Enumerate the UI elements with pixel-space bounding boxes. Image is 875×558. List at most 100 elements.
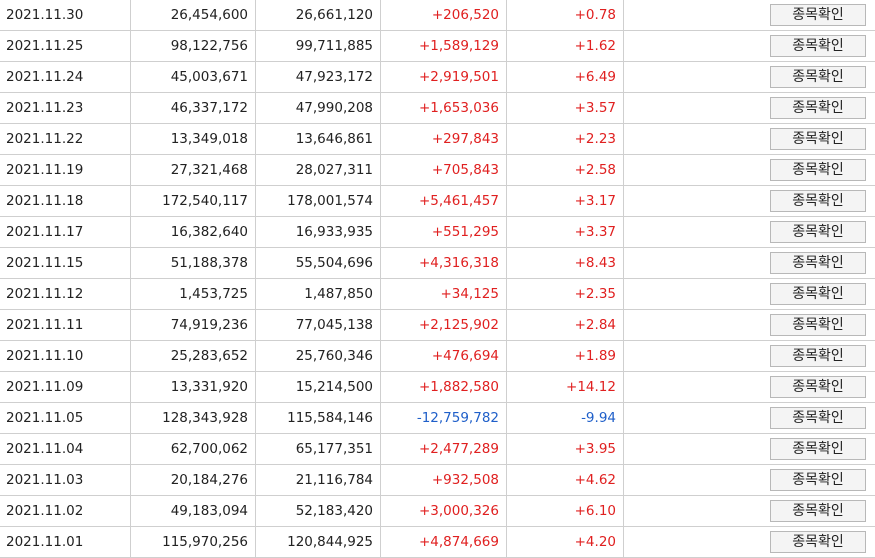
value-after-cell: 178,001,574 <box>256 186 381 217</box>
check-stocks-button[interactable]: 종목확인 <box>770 97 866 119</box>
change-percent-cell: +2.23 <box>507 124 624 155</box>
change-cell: -12,759,782 <box>381 403 507 434</box>
check-stocks-button[interactable]: 종목확인 <box>770 407 866 429</box>
change-cell: +4,874,669 <box>381 527 507 558</box>
check-stocks-button[interactable]: 종목확인 <box>770 438 866 460</box>
check-stocks-button[interactable]: 종목확인 <box>770 35 866 57</box>
value-before-cell: 13,349,018 <box>131 124 256 155</box>
value-after-cell: 1,487,850 <box>256 279 381 310</box>
date-cell: 2021.11.10 <box>0 341 131 372</box>
value-before-cell: 115,970,256 <box>131 527 256 558</box>
check-stocks-button[interactable]: 종목확인 <box>770 190 866 212</box>
change-percent-cell: +3.37 <box>507 217 624 248</box>
value-before-cell: 49,183,094 <box>131 496 256 527</box>
history-table-body: 2021.11.3026,454,60026,661,120+206,520+0… <box>0 0 875 558</box>
change-percent-cell: +2.58 <box>507 155 624 186</box>
check-stocks-button[interactable]: 종목확인 <box>770 500 866 522</box>
action-cell: 종목확인 <box>624 310 875 341</box>
table-row: 2021.11.18172,540,117178,001,574+5,461,4… <box>0 186 875 217</box>
value-after-cell: 47,923,172 <box>256 62 381 93</box>
check-stocks-button[interactable]: 종목확인 <box>770 345 866 367</box>
date-cell: 2021.11.11 <box>0 310 131 341</box>
value-before-cell: 62,700,062 <box>131 434 256 465</box>
change-cell: +3,000,326 <box>381 496 507 527</box>
change-percent-cell: +1.62 <box>507 31 624 62</box>
value-before-cell: 27,321,468 <box>131 155 256 186</box>
value-after-cell: 99,711,885 <box>256 31 381 62</box>
value-before-cell: 74,919,236 <box>131 310 256 341</box>
action-cell: 종목확인 <box>624 465 875 496</box>
check-stocks-button[interactable]: 종목확인 <box>770 66 866 88</box>
check-stocks-button[interactable]: 종목확인 <box>770 221 866 243</box>
date-cell: 2021.11.19 <box>0 155 131 186</box>
change-percent-cell: +0.78 <box>507 0 624 31</box>
value-after-cell: 25,760,346 <box>256 341 381 372</box>
change-cell: +1,653,036 <box>381 93 507 124</box>
action-cell: 종목확인 <box>624 248 875 279</box>
action-cell: 종목확인 <box>624 31 875 62</box>
change-percent-cell: +2.84 <box>507 310 624 341</box>
action-cell: 종목확인 <box>624 155 875 186</box>
check-stocks-button[interactable]: 종목확인 <box>770 469 866 491</box>
action-cell: 종목확인 <box>624 0 875 31</box>
value-after-cell: 15,214,500 <box>256 372 381 403</box>
date-cell: 2021.11.02 <box>0 496 131 527</box>
value-after-cell: 77,045,138 <box>256 310 381 341</box>
change-cell: +932,508 <box>381 465 507 496</box>
table-row: 2021.11.05128,343,928115,584,146-12,759,… <box>0 403 875 434</box>
table-row: 2021.11.121,453,7251,487,850+34,125+2.35… <box>0 279 875 310</box>
table-row: 2021.11.01115,970,256120,844,925+4,874,6… <box>0 527 875 558</box>
change-percent-cell: -9.94 <box>507 403 624 434</box>
value-before-cell: 51,188,378 <box>131 248 256 279</box>
check-stocks-button[interactable]: 종목확인 <box>770 314 866 336</box>
date-cell: 2021.11.05 <box>0 403 131 434</box>
value-before-cell: 20,184,276 <box>131 465 256 496</box>
action-cell: 종목확인 <box>624 372 875 403</box>
date-cell: 2021.11.17 <box>0 217 131 248</box>
change-cell: +297,843 <box>381 124 507 155</box>
change-cell: +4,316,318 <box>381 248 507 279</box>
table-row: 2021.11.2346,337,17247,990,208+1,653,036… <box>0 93 875 124</box>
date-cell: 2021.11.04 <box>0 434 131 465</box>
date-cell: 2021.11.09 <box>0 372 131 403</box>
check-stocks-button[interactable]: 종목확인 <box>770 252 866 274</box>
table-row: 2021.11.1551,188,37855,504,696+4,316,318… <box>0 248 875 279</box>
change-cell: +2,125,902 <box>381 310 507 341</box>
value-after-cell: 115,584,146 <box>256 403 381 434</box>
value-before-cell: 25,283,652 <box>131 341 256 372</box>
action-cell: 종목확인 <box>624 527 875 558</box>
change-cell: +705,843 <box>381 155 507 186</box>
value-after-cell: 16,933,935 <box>256 217 381 248</box>
action-cell: 종목확인 <box>624 279 875 310</box>
change-percent-cell: +6.10 <box>507 496 624 527</box>
check-stocks-button[interactable]: 종목확인 <box>770 128 866 150</box>
change-percent-cell: +8.43 <box>507 248 624 279</box>
check-stocks-button[interactable]: 종목확인 <box>770 376 866 398</box>
date-cell: 2021.11.18 <box>0 186 131 217</box>
date-cell: 2021.11.25 <box>0 31 131 62</box>
action-cell: 종목확인 <box>624 341 875 372</box>
table-row: 2021.11.2445,003,67147,923,172+2,919,501… <box>0 62 875 93</box>
change-percent-cell: +3.57 <box>507 93 624 124</box>
change-percent-cell: +4.20 <box>507 527 624 558</box>
check-stocks-button[interactable]: 종목확인 <box>770 159 866 181</box>
value-before-cell: 16,382,640 <box>131 217 256 248</box>
table-row: 2021.11.1927,321,46828,027,311+705,843+2… <box>0 155 875 186</box>
value-after-cell: 13,646,861 <box>256 124 381 155</box>
value-before-cell: 45,003,671 <box>131 62 256 93</box>
check-stocks-button[interactable]: 종목확인 <box>770 283 866 305</box>
action-cell: 종목확인 <box>624 403 875 434</box>
change-cell: +2,919,501 <box>381 62 507 93</box>
action-cell: 종목확인 <box>624 217 875 248</box>
check-stocks-button[interactable]: 종목확인 <box>770 4 866 26</box>
date-cell: 2021.11.30 <box>0 0 131 31</box>
change-percent-cell: +3.95 <box>507 434 624 465</box>
date-cell: 2021.11.12 <box>0 279 131 310</box>
date-cell: 2021.11.15 <box>0 248 131 279</box>
change-percent-cell: +3.17 <box>507 186 624 217</box>
value-after-cell: 120,844,925 <box>256 527 381 558</box>
value-before-cell: 128,343,928 <box>131 403 256 434</box>
value-before-cell: 46,337,172 <box>131 93 256 124</box>
value-after-cell: 65,177,351 <box>256 434 381 465</box>
check-stocks-button[interactable]: 종목확인 <box>770 531 866 553</box>
